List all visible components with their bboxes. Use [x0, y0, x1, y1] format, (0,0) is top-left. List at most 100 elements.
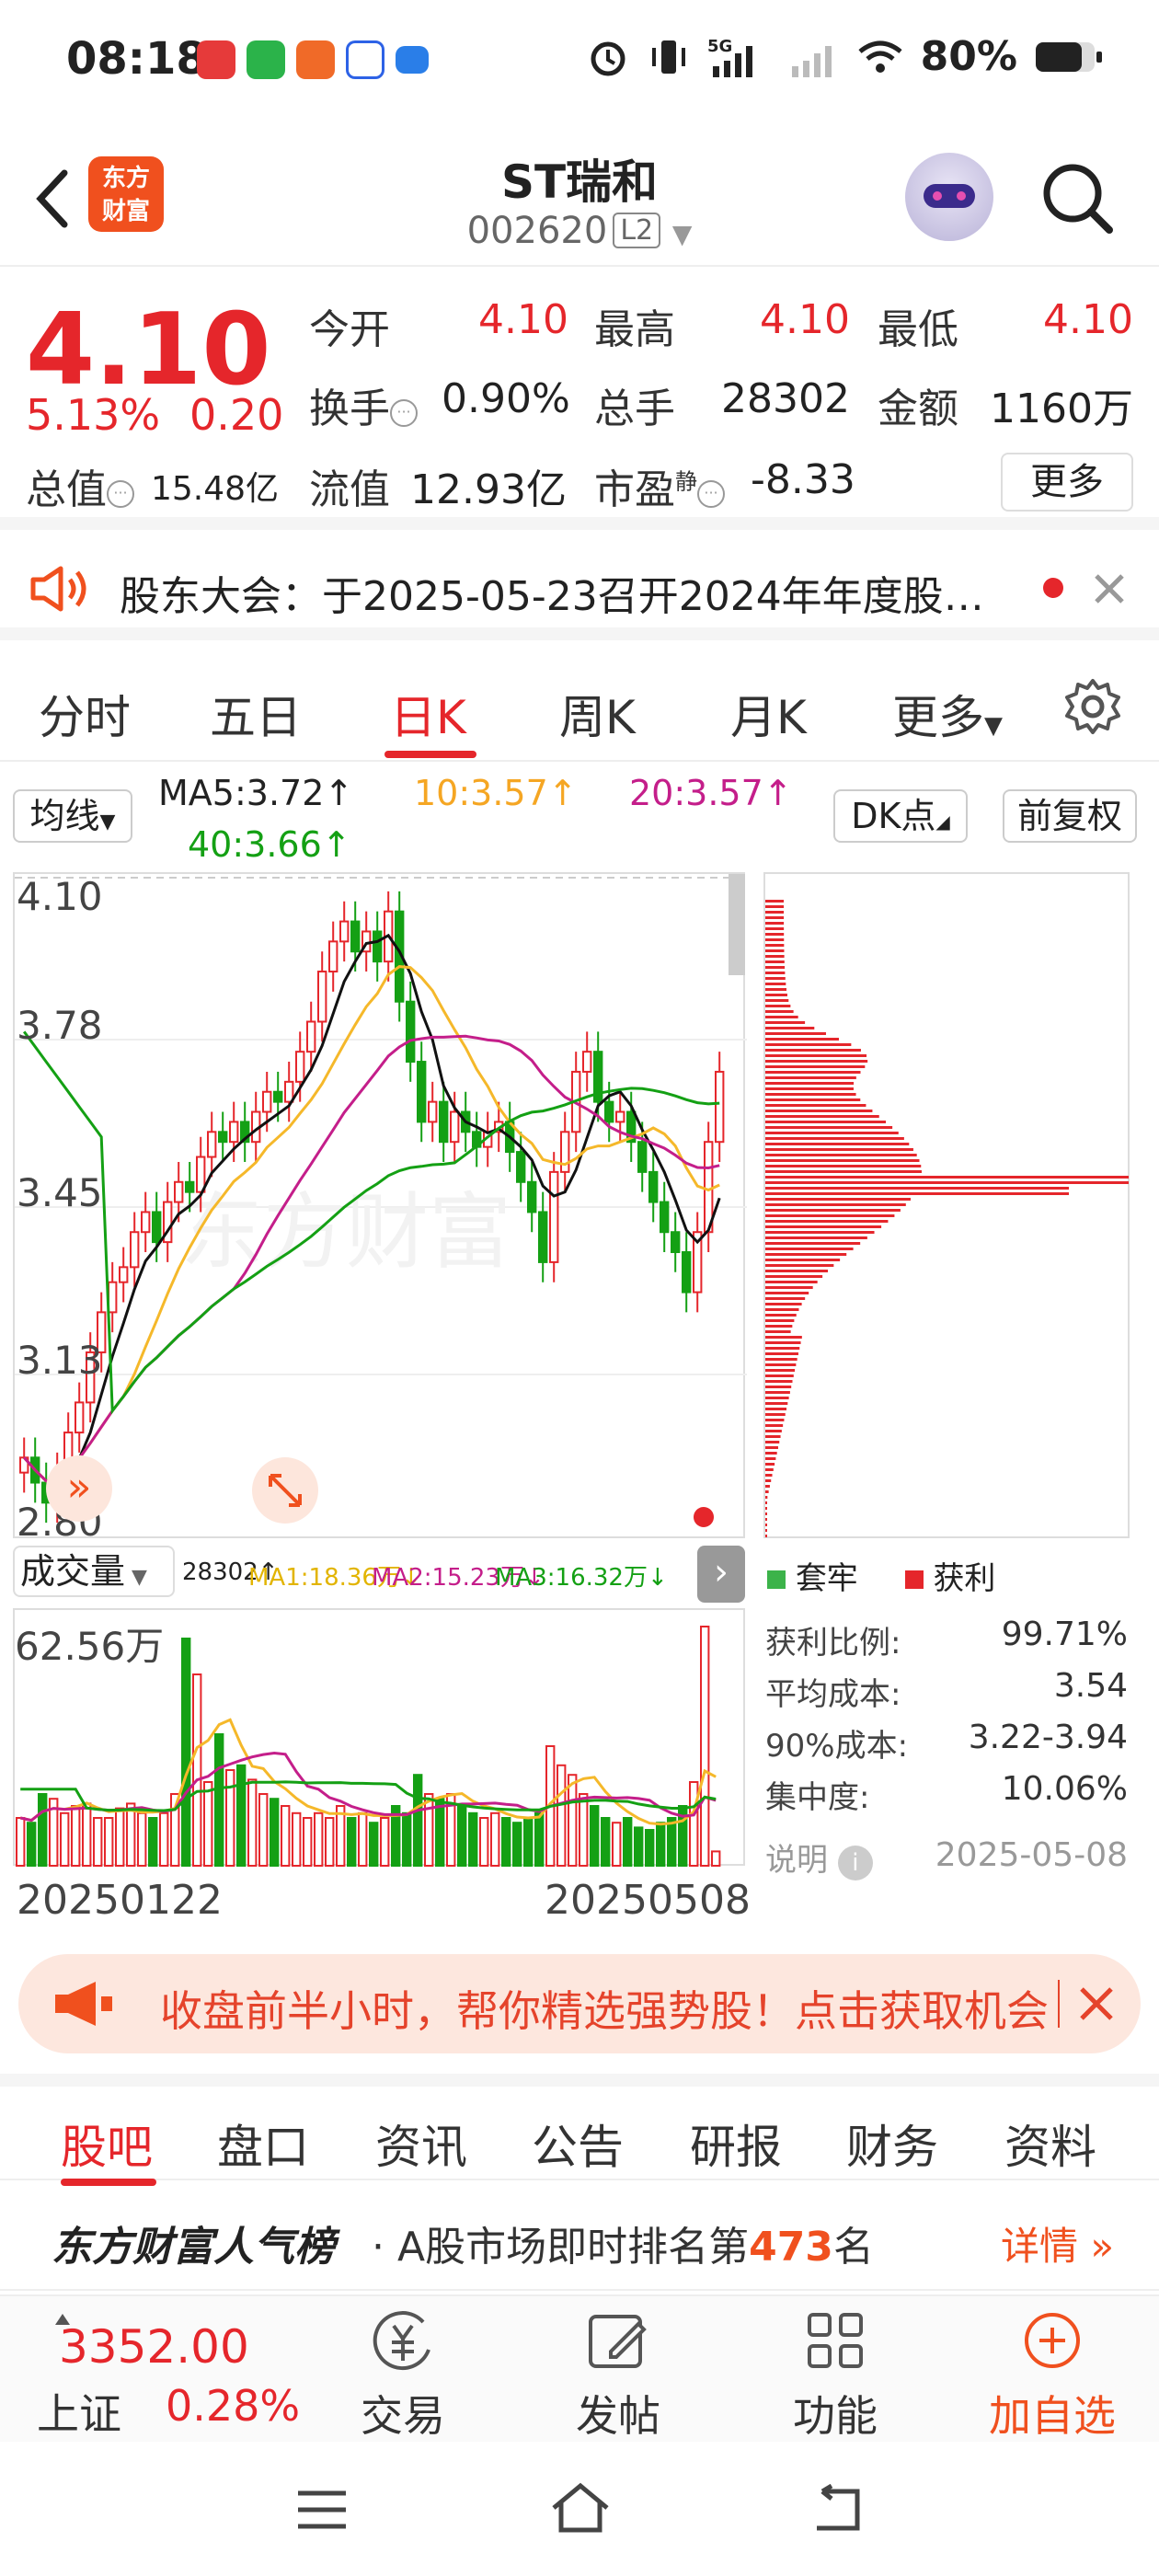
chip-bar [765, 1292, 809, 1294]
more-button[interactable]: 更多 [1001, 453, 1133, 512]
promo-banner[interactable]: 收盘前半小时，帮你精选强势股！点击获取机会 [18, 1954, 1141, 2053]
chip-bar [765, 1220, 889, 1223]
chip-canvas [765, 900, 1129, 1537]
wechat-icon [247, 40, 285, 79]
candle-body [604, 1100, 614, 1123]
tab-intraday[interactable]: 分时 [39, 681, 131, 747]
candle-body [637, 1141, 648, 1173]
chip-bar [765, 977, 786, 980]
rank-detail-link[interactable]: 详情 » [1001, 2215, 1114, 2271]
tab-monthly-k[interactable]: 月K [730, 681, 807, 747]
tab-announcement[interactable]: 公告 [532, 2110, 624, 2177]
post-button[interactable]: 发帖 [545, 2309, 692, 2444]
ma20-label: 20:3.57↑ [629, 773, 793, 813]
app-icon-notify [296, 40, 335, 79]
chevron-right-icon[interactable]: › [697, 1546, 745, 1603]
tab-finance[interactable]: 财务 [846, 2110, 938, 2177]
chip-bar [765, 1485, 770, 1488]
double-chevron-right-icon[interactable]: » [46, 1455, 112, 1522]
volume-bar [314, 1811, 324, 1868]
close-icon[interactable] [1091, 570, 1128, 607]
chip-note[interactable]: 说明 i [765, 1834, 873, 1880]
add-watchlist-label: 加自选 [989, 2391, 1116, 2441]
popularity-rank-bar[interactable]: 东方财富人气榜 · A股市场即时排名第473名 详情 » [0, 2182, 1159, 2291]
add-watchlist-button[interactable]: 加自选 [979, 2309, 1126, 2444]
chip-bar [765, 1032, 826, 1035]
menu-icon[interactable] [294, 2486, 350, 2534]
y-label-4: 3.13 [17, 1338, 103, 1383]
chip-bar [765, 1076, 856, 1079]
function-button[interactable]: 功能 [762, 2309, 909, 2444]
bottom-content-tabs: 股吧 盘口 资讯 公告 研报 财务 资料 [0, 2074, 1159, 2186]
volume-toggle-dropdown[interactable]: 成交量 ▼ [13, 1546, 175, 1597]
index-value[interactable]: 3352.00 [59, 2320, 249, 2374]
candle-body [328, 940, 339, 973]
screen-icon [396, 46, 429, 74]
volume-bar [192, 1673, 202, 1867]
tab-guba[interactable]: 股吧 [61, 2110, 153, 2177]
signal-5g-icon: 5G [707, 37, 752, 77]
chip-bar [765, 1038, 839, 1041]
candle-body [339, 920, 350, 943]
volume-bar [424, 1793, 434, 1867]
mktcap-value: 15.48亿 [151, 470, 280, 508]
search-icon[interactable] [1036, 156, 1119, 239]
tab-weekly-k[interactable]: 周K [559, 681, 636, 747]
ma-indicator-row: 均线▼ MA5:3.72↑ 10:3.57↑ 20:3.57↑ 40:3.66↑… [0, 764, 1159, 865]
volume-bar [281, 1805, 291, 1867]
assistant-robot-avatar[interactable] [905, 153, 993, 241]
candle-body [229, 1121, 239, 1144]
tab-research[interactable]: 研报 [690, 2110, 782, 2177]
chip-bar [765, 905, 785, 908]
ma-toggle-dropdown[interactable]: 均线▼ [13, 789, 132, 843]
megaphone-icon [55, 1982, 112, 2026]
tab-five-day[interactable]: 五日 [210, 681, 302, 747]
chip-bar [765, 972, 786, 974]
chip-bar [765, 1446, 778, 1449]
chip-bar [765, 900, 785, 903]
chip-bar [765, 1347, 800, 1350]
tab-profile[interactable]: 资料 [1004, 2110, 1096, 2177]
candle-body [439, 1100, 449, 1144]
chip-bar [765, 1430, 782, 1432]
chip-bar [765, 1496, 768, 1499]
volume-bar [590, 1805, 600, 1867]
volume-bar [579, 1793, 589, 1867]
chip-bar [765, 1005, 791, 1007]
chip-bar [765, 916, 785, 919]
trade-button[interactable]: 交易 [329, 2309, 476, 2444]
dk-point-button[interactable]: DK点◢ [833, 789, 968, 843]
notice-bar[interactable]: 股东大会：于2025-05-23召开2024年年度股东大会 [0, 537, 1159, 640]
candle-body [119, 1266, 129, 1283]
candle-body [450, 1110, 460, 1144]
volume-bar [203, 1781, 213, 1867]
grid-apps-icon [808, 2313, 863, 2368]
volume-bar [512, 1822, 522, 1867]
kline-chart[interactable]: 东方财富 4.10 3.78 3.45 3.13 2.80 » [13, 872, 747, 1545]
chip-bar [765, 1402, 788, 1405]
adjust-price-button[interactable]: 前复权 [1003, 789, 1137, 843]
chip-bar [765, 1535, 767, 1537]
tab-news[interactable]: 资讯 [375, 2110, 467, 2177]
volume-bar [435, 1798, 445, 1867]
settings-gear-icon[interactable] [1061, 675, 1124, 738]
cost90-value: 3.22-3.94 [968, 1719, 1128, 1756]
chip-bar [765, 1181, 1129, 1184]
baidu-icon [346, 40, 384, 79]
tab-more[interactable]: 更多▼ [892, 681, 1003, 747]
candle-body [516, 1151, 526, 1183]
tab-pankou[interactable]: 盘口 [217, 2110, 309, 2177]
chip-bar [765, 1518, 767, 1521]
chip-bar [765, 1529, 767, 1532]
candle-body [350, 920, 361, 953]
back-icon[interactable] [809, 2484, 865, 2536]
expand-icon[interactable] [250, 1455, 320, 1525]
home-icon[interactable] [548, 2480, 613, 2536]
chip-bar [765, 1054, 867, 1057]
chip-bar [765, 1132, 899, 1134]
profit-ratio-value: 99.71% [1001, 1616, 1128, 1653]
tab-daily-k[interactable]: 日K [390, 681, 466, 747]
close-icon[interactable] [1076, 1984, 1117, 2024]
system-nav-bar [0, 2444, 1159, 2576]
chip-bar [765, 1319, 795, 1322]
